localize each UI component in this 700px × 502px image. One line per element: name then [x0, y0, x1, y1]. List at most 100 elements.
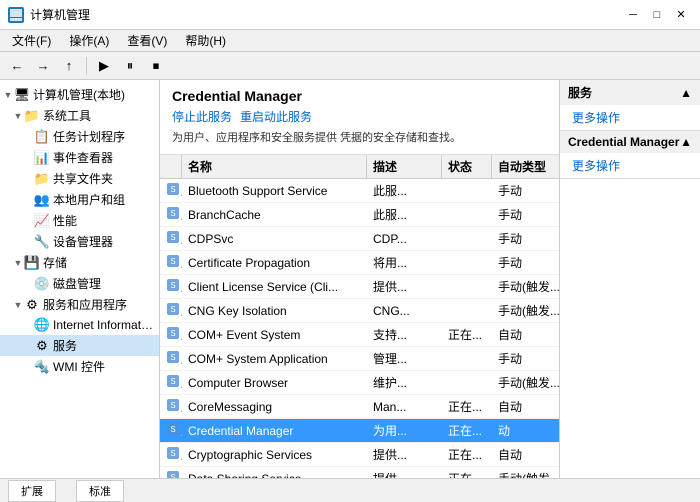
service-row-start: 自动 — [492, 443, 559, 466]
tree-item[interactable]: ▼📁系统工具 — [0, 105, 159, 126]
toolbar-pause-button[interactable]: ⏸ — [119, 55, 141, 77]
service-row-name: Credential Manager — [182, 421, 367, 441]
tree-item[interactable]: 📊事件查看器 — [0, 147, 159, 168]
close-button[interactable]: ✕ — [670, 5, 692, 25]
service-row[interactable]: SCOM+ Event System支持...正在...自动本... — [160, 323, 559, 347]
tree-item[interactable]: 🌐Internet Informatio... — [0, 315, 159, 335]
service-row[interactable]: SCredential Manager为用...正在...动本... — [160, 419, 559, 443]
service-row-icon: S — [160, 227, 182, 250]
service-row[interactable]: SCOM+ System Application管理...手动本... — [160, 347, 559, 371]
minimize-button[interactable]: ─ — [622, 5, 644, 25]
service-row[interactable]: SCryptographic Services提供...正在...自动本... — [160, 443, 559, 467]
tree-expand-icon: ▼ — [12, 257, 24, 269]
tree-item[interactable]: 📈性能 — [0, 210, 159, 231]
tree-item[interactable]: ⚙服务 — [0, 335, 159, 356]
toolbar-play-button[interactable]: ▶ — [93, 55, 115, 77]
service-row-icon: S — [160, 323, 182, 346]
service-row-desc: Man... — [367, 397, 442, 417]
tree-expand-icon: ▼ — [2, 89, 14, 101]
service-row-start: 自动 — [492, 395, 559, 418]
tree-item-label: 事件查看器 — [53, 149, 113, 166]
actions-section-credential-title[interactable]: Credential Manager ▲ — [560, 131, 700, 153]
tree-item-icon: 🖥 — [14, 87, 30, 103]
service-row-desc: 提供... — [367, 443, 442, 466]
tree-item[interactable]: ▼🖥计算机管理(本地) — [0, 84, 159, 105]
col-header-desc: 描述 — [367, 155, 442, 178]
service-row[interactable]: SCoreMessagingMan...正在...自动本... — [160, 395, 559, 419]
menu-view[interactable]: 查看(V) — [119, 30, 175, 51]
service-row-name: CoreMessaging — [182, 397, 367, 417]
tree-item-icon: 📊 — [34, 150, 50, 166]
svg-text:S: S — [170, 449, 175, 458]
svg-text:S: S — [170, 305, 175, 314]
services-description: 为用户、应用程序和安全服务提供 凭据的安全存储和查找。 — [172, 131, 547, 146]
service-row-status: 正在... — [442, 467, 492, 478]
title-bar: 计算机管理 ─ □ ✕ — [0, 0, 700, 30]
service-row-name: Data Sharing Service — [182, 469, 367, 478]
maximize-button[interactable]: □ — [646, 5, 668, 25]
service-list: 名称 描述 状态 自动类型 登^ SBluetooth Support Serv… — [160, 155, 559, 478]
service-row[interactable]: SData Sharing Service提供...正在...手动(触发...本… — [160, 467, 559, 478]
tree-item[interactable]: 🔧设备管理器 — [0, 231, 159, 252]
title-bar-left: 计算机管理 — [8, 6, 90, 23]
service-row[interactable]: SCertificate Propagation将用...手动本... — [160, 251, 559, 275]
tree-expand-icon — [22, 194, 34, 206]
tree-expand-icon: ▼ — [12, 299, 24, 311]
window-title: 计算机管理 — [30, 6, 90, 23]
tree-expand-icon — [22, 319, 34, 331]
tree-item[interactable]: 👥本地用户和组 — [0, 189, 159, 210]
service-row-name: BranchCache — [182, 205, 367, 225]
service-row-status — [442, 308, 492, 314]
tree-item-icon: 👥 — [34, 192, 50, 208]
tree-item[interactable]: ▼⚙服务和应用程序 — [0, 294, 159, 315]
menu-bar: 文件(F) 操作(A) 查看(V) 帮助(H) — [0, 30, 700, 52]
tree-item[interactable]: 💿磁盘管理 — [0, 273, 159, 294]
tree-item-icon: 📁 — [24, 108, 40, 124]
service-row-desc: 提供... — [367, 275, 442, 298]
status-tab-standard[interactable]: 标准 — [76, 480, 124, 502]
service-row-status — [442, 380, 492, 386]
service-row-status: 正在... — [442, 395, 492, 418]
service-row[interactable]: SCDPSvcCDP...手动本... — [160, 227, 559, 251]
tree-item[interactable]: 📋任务计划程序 — [0, 126, 159, 147]
actions-section-credential-chevron: ▲ — [680, 135, 692, 149]
service-row-desc: 管理... — [367, 347, 442, 370]
service-row[interactable]: SComputer Browser维护...手动(触发...本... — [160, 371, 559, 395]
tree-item-label: 磁盘管理 — [53, 275, 101, 292]
tree-item-icon: 📈 — [34, 213, 50, 229]
tree-item-label: 本地用户和组 — [53, 191, 125, 208]
actions-section-credential: Credential Manager ▲ 更多操作 — [560, 131, 700, 179]
tree-expand-icon — [22, 173, 34, 185]
col-header-status: 状态 — [442, 155, 492, 178]
credential-more-action[interactable]: 更多操作 — [560, 153, 700, 178]
service-row[interactable]: SClient License Service (Cli...提供...手动(触… — [160, 275, 559, 299]
service-row-name: Client License Service (Cli... — [182, 277, 367, 297]
tree-item-icon: 🔩 — [34, 359, 50, 375]
toolbar-forward-button[interactable]: → — [32, 55, 54, 77]
stop-service-link[interactable]: 停止此服务 — [172, 108, 232, 125]
service-row-name: COM+ System Application — [182, 349, 367, 369]
restart-service-link[interactable]: 重启动此服务 — [240, 108, 312, 125]
service-row[interactable]: SBranchCache此服...手动网... — [160, 203, 559, 227]
menu-file[interactable]: 文件(F) — [4, 30, 59, 51]
toolbar-up-button[interactable]: ↑ — [58, 55, 80, 77]
menu-help[interactable]: 帮助(H) — [177, 30, 234, 51]
tree-item-icon: 💿 — [34, 276, 50, 292]
service-row-icon: S — [160, 251, 182, 274]
toolbar-stop-button[interactable]: ⏹ — [145, 55, 167, 77]
tree-item[interactable]: ▼💾存储 — [0, 252, 159, 273]
actions-section-services-title[interactable]: 服务 ▲ — [560, 80, 700, 105]
tree-item[interactable]: 🔩WMI 控件 — [0, 356, 159, 377]
service-row[interactable]: SBluetooth Support Service此服...手动本... — [160, 179, 559, 203]
services-more-action[interactable]: 更多操作 — [560, 105, 700, 130]
status-tab-extended[interactable]: 扩展 — [8, 480, 56, 502]
tree-item-label: 存储 — [43, 254, 67, 271]
service-row-start: 手动 — [492, 251, 559, 274]
toolbar-back-button[interactable]: ← — [6, 55, 28, 77]
service-row-status: 正在... — [442, 443, 492, 466]
service-row[interactable]: SCNG Key IsolationCNG...手动(触发...本... — [160, 299, 559, 323]
menu-action[interactable]: 操作(A) — [61, 30, 117, 51]
tree-item[interactable]: 📁共享文件夹 — [0, 168, 159, 189]
tree-item-label: 设备管理器 — [53, 233, 113, 250]
service-row-desc: CDP... — [367, 229, 442, 249]
